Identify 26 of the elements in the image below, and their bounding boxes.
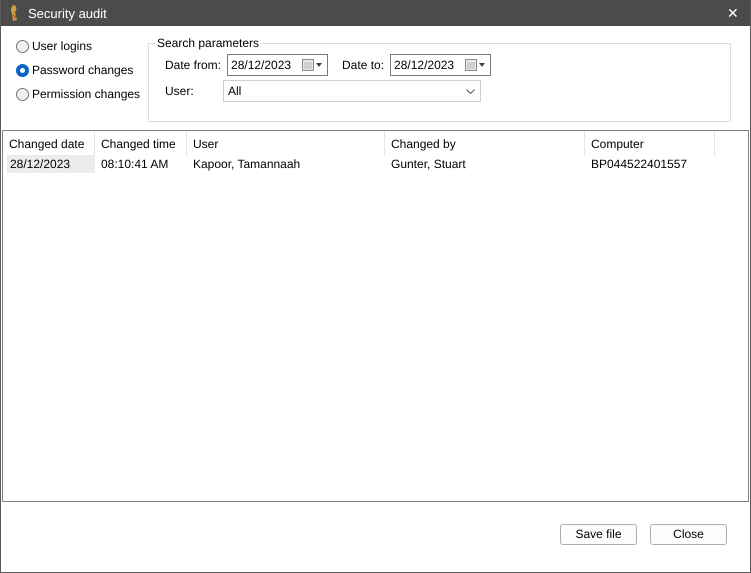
column-header[interactable]: Changed time	[95, 131, 187, 156]
table-cell[interactable]: Gunter, Stuart	[385, 155, 585, 173]
column-header[interactable]: Changed by	[385, 131, 585, 156]
field-label: Date to:	[342, 58, 384, 72]
column-header[interactable]: User	[187, 131, 385, 156]
chevron-icon	[466, 88, 475, 94]
table-cell[interactable]: 28/12/2023	[7, 155, 95, 173]
user-dropdown[interactable]: All	[223, 80, 481, 102]
table-cell[interactable]: Kapoor, Tamannaah	[187, 155, 385, 173]
date-field[interactable]: 28/12/2023	[227, 54, 328, 76]
table-cell[interactable]: BP044522401557	[585, 155, 715, 173]
column-header[interactable]: Computer	[585, 131, 715, 156]
dialog-button[interactable]: Save file	[560, 524, 637, 544]
close-button[interactable]: ✕	[716, 0, 750, 26]
window-title: Security audit	[28, 6, 108, 20]
field-label: User:	[165, 84, 195, 98]
radio-option[interactable]: User logins	[16, 38, 148, 54]
radio-option[interactable]: Permission changes	[16, 86, 148, 102]
calendar-dropdown-icon	[302, 59, 324, 71]
radio-option[interactable]: Password changes	[16, 62, 148, 78]
field-label: Date from:	[165, 58, 222, 72]
date-field[interactable]: 28/12/2023	[390, 54, 492, 76]
group-title: Search parameters	[156, 36, 260, 50]
calendar-dropdown-icon	[465, 59, 488, 71]
table-cell[interactable]: 08:10:41 AM	[95, 155, 187, 173]
dialog-button[interactable]: Close	[650, 524, 727, 544]
